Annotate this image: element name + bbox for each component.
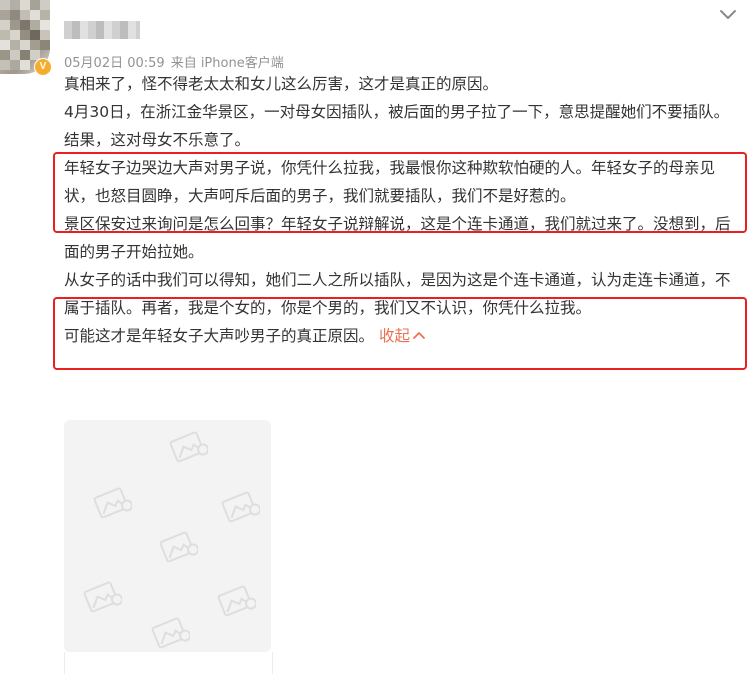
- avatar-pixel: [30, 30, 40, 40]
- avatar-pixel: [20, 10, 30, 20]
- avatar-pixel: [30, 0, 40, 10]
- avatar-pixel: [30, 40, 40, 50]
- avatar-pixel: [10, 10, 20, 20]
- avatar-pixel: [0, 60, 10, 70]
- username-blurred[interactable]: [64, 21, 140, 39]
- avatar-pixel: [40, 0, 50, 10]
- post-last-line: 可能这才是年轻女子大声吵男子的真正原因。: [64, 327, 375, 345]
- avatar-pixel: [10, 0, 20, 10]
- post-paragraph: 4月30日，在浙江金华景区，一对母女因插队，被后面的男子拉了一下，意思提醒她们不…: [64, 103, 730, 149]
- avatar-pixel: [40, 20, 50, 30]
- post-meta: 05月02日 00:59 来自 iPhone客户端: [64, 52, 284, 71]
- post-paragraph: 年轻女子边哭边大声对男子说，你凭什么拉我，我最恨你这种欺软怕硬的人。年轻女子的母…: [64, 159, 716, 205]
- image-placeholder-icon: [217, 585, 256, 617]
- avatar-pixel: [40, 30, 50, 40]
- avatar-pixel: [30, 20, 40, 30]
- avatar-pixel: [0, 10, 10, 20]
- avatar-pixel: [10, 20, 20, 30]
- avatar-pixel: [20, 30, 30, 40]
- avatar-pixel: [40, 10, 50, 20]
- image-placeholder-icon: [151, 617, 190, 649]
- avatar-pixel: [0, 20, 10, 30]
- avatar-pixel: [0, 40, 10, 50]
- collapse-link[interactable]: 收起: [379, 327, 426, 345]
- avatar-pixel: [10, 60, 20, 70]
- post-paragraph: 真相来了，怪不得老太太和女儿这么厉害，这才是真正的原因。: [64, 75, 499, 93]
- avatar-pixel: [10, 50, 20, 60]
- image-placeholder[interactable]: [64, 420, 271, 652]
- avatar-pixel: [20, 60, 30, 70]
- post-paragraph: 景区保安过来询问是怎么回事？年轻女子说辩解说，这是个连卡通道，我们就过来了。没想…: [64, 215, 731, 261]
- post-content: 真相来了，怪不得老太太和女儿这么厉害，这才是真正的原因。 4月30日，在浙江金华…: [64, 70, 736, 350]
- avatar-pixel: [30, 10, 40, 20]
- image-placeholder-icon: [169, 431, 208, 463]
- post-timestamp[interactable]: 05月02日 00:59: [64, 56, 165, 71]
- post-menu-button[interactable]: [718, 6, 738, 24]
- image-placeholder-icon: [159, 531, 198, 563]
- avatar-pixel: [0, 0, 10, 10]
- avatar-pixel: [40, 40, 50, 50]
- post-source: 来自 iPhone客户端: [170, 56, 284, 71]
- avatar-pixel: [20, 50, 30, 60]
- avatar-pixel: [0, 30, 10, 40]
- avatar-pixel: [0, 50, 10, 60]
- avatar-pixel: [20, 0, 30, 10]
- image-placeholder-icon: [83, 581, 122, 613]
- image-placeholder-icon: [93, 487, 132, 519]
- post-paragraph: 从女子的话中我们可以得知，她们二人之所以插队，是因为这是个连卡通道，认为走连卡通…: [64, 271, 731, 317]
- avatar-pixel: [20, 40, 30, 50]
- image-frame-bottom: [64, 652, 273, 674]
- image-placeholder-icon: [221, 491, 260, 523]
- chevron-down-icon: [720, 10, 736, 19]
- verified-badge: V: [34, 58, 52, 76]
- avatar-pixel: [10, 40, 20, 50]
- collapse-label: 收起: [378, 327, 410, 345]
- avatar-pixel: [10, 30, 20, 40]
- avatar-pixel: [20, 20, 30, 30]
- post-paragraph-last: 可能这才是年轻女子大声吵男子的真正原因。 收起: [64, 322, 736, 350]
- chevron-up-icon: [413, 332, 425, 339]
